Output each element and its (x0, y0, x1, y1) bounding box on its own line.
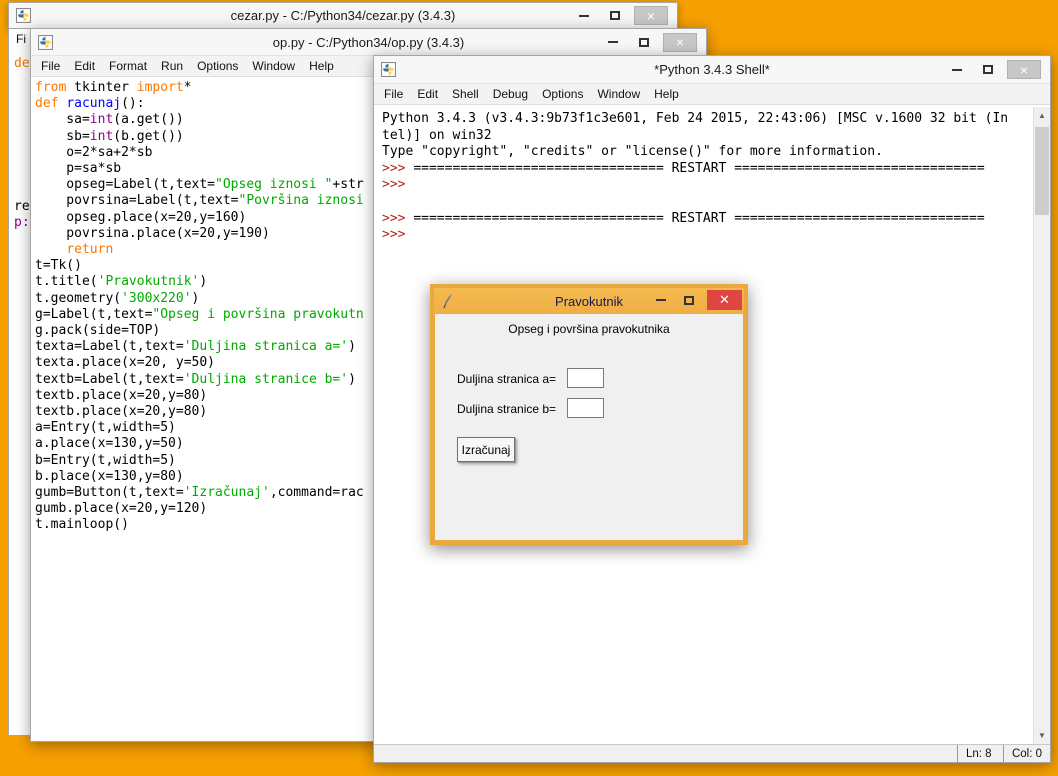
text-line: tel)] on win32 (382, 128, 1033, 145)
shell-menu-options[interactable]: Options (535, 85, 590, 103)
pravokutnik-content: Opseg i površina pravokutnika Duljina st… (435, 314, 743, 539)
text-line (382, 194, 1033, 211)
shell-titlebar[interactable]: *Python 3.4.3 Shell* × (374, 56, 1050, 84)
minimize-icon (656, 299, 666, 301)
text-line: Python 3.4.3 (v3.4.3:9b73f1c3e601, Feb 2… (382, 111, 1033, 128)
editor-titlebar[interactable]: op.py - C:/Python34/op.py (3.4.3) × (31, 29, 706, 56)
cezar-code-fragment: re (14, 199, 30, 214)
text-line: Type "copyright", "credits" or "license(… (382, 144, 1033, 161)
label-duljina-stranice-b: Duljina stranice b= (457, 402, 556, 416)
editor-menu-edit[interactable]: Edit (67, 57, 102, 75)
cezar-code-fragment: p: (14, 215, 30, 230)
tk-feather-icon (442, 293, 454, 309)
editor-menu-help[interactable]: Help (302, 57, 341, 75)
shell-menu-shell[interactable]: Shell (445, 85, 486, 103)
editor-menu-options[interactable]: Options (190, 57, 245, 75)
app-close-button[interactable]: ✕ (707, 290, 742, 310)
minimize-icon (608, 41, 618, 43)
app-heading: Opseg i površina pravokutnika (435, 322, 743, 336)
scrollbar-thumb[interactable] (1035, 127, 1049, 215)
cezar-titlebar[interactable]: cezar.py - C:/Python34/cezar.py (3.4.3) … (9, 3, 677, 28)
editor-menu-window[interactable]: Window (245, 57, 302, 75)
shell-menu-window[interactable]: Window (590, 85, 647, 103)
idle-icon (16, 8, 31, 23)
izracunaj-button[interactable]: Izračunaj (457, 437, 515, 462)
cezar-close-button[interactable]: × (634, 6, 668, 25)
cezar-file-menu-clipped[interactable]: Fi (16, 32, 26, 46)
shell-menu-debug[interactable]: Debug (486, 85, 535, 103)
pravokutnik-titlebar[interactable]: Pravokutnik ✕ (434, 288, 744, 314)
scroll-up-arrow[interactable]: ▲ (1034, 107, 1050, 124)
editor-close-button[interactable]: × (663, 33, 697, 52)
cezar-maximize-button[interactable] (603, 6, 627, 25)
minimize-icon (952, 69, 962, 71)
status-col-indicator: Col: 0 (1003, 745, 1050, 762)
text-line: >>> (382, 177, 1033, 194)
cezar-window-edge: Fi de re p: (8, 29, 30, 735)
maximize-icon (610, 11, 620, 20)
text-line: >>> (382, 227, 1033, 244)
editor-minimize-button[interactable] (601, 33, 625, 52)
idle-icon (381, 62, 396, 77)
status-line-indicator: Ln: 8 (957, 745, 1003, 762)
editor-menu-run[interactable]: Run (154, 57, 190, 75)
minimize-icon (579, 15, 589, 17)
cezar-minimize-button[interactable] (572, 6, 596, 25)
shell-menubar: FileEditShellDebugOptionsWindowHelp (374, 84, 1050, 105)
shell-menu-help[interactable]: Help (647, 85, 686, 103)
text-line: >>> ================================ RES… (382, 211, 1033, 228)
editor-maximize-button[interactable] (632, 33, 656, 52)
editor-menu-format[interactable]: Format (102, 57, 154, 75)
maximize-icon (639, 38, 649, 47)
shell-menu-edit[interactable]: Edit (410, 85, 445, 103)
maximize-icon (983, 65, 993, 74)
shell-statusbar: Ln: 8 Col: 0 (374, 744, 1050, 762)
text-line: >>> ================================ RES… (382, 161, 1033, 178)
shell-maximize-button[interactable] (976, 60, 1000, 79)
cezar-code-fragment: de (14, 56, 30, 71)
app-minimize-button[interactable] (651, 290, 671, 310)
maximize-icon (684, 296, 694, 305)
label-duljina-stranica-a: Duljina stranica a= (457, 372, 556, 386)
shell-scrollbar[interactable]: ▲ ▼ (1033, 107, 1050, 744)
shell-menu-file[interactable]: File (377, 85, 410, 103)
scroll-down-arrow[interactable]: ▼ (1034, 727, 1050, 744)
shell-close-button[interactable]: × (1007, 60, 1041, 79)
editor-menu-file[interactable]: File (34, 57, 67, 75)
idle-icon (38, 35, 53, 50)
entry-a[interactable] (567, 368, 604, 388)
app-maximize-button[interactable] (679, 290, 699, 310)
cezar-window: cezar.py - C:/Python34/cezar.py (3.4.3) … (8, 2, 678, 29)
pravokutnik-window: Pravokutnik ✕ Opseg i površina pravokutn… (430, 284, 748, 545)
entry-b[interactable] (567, 398, 604, 418)
shell-minimize-button[interactable] (945, 60, 969, 79)
